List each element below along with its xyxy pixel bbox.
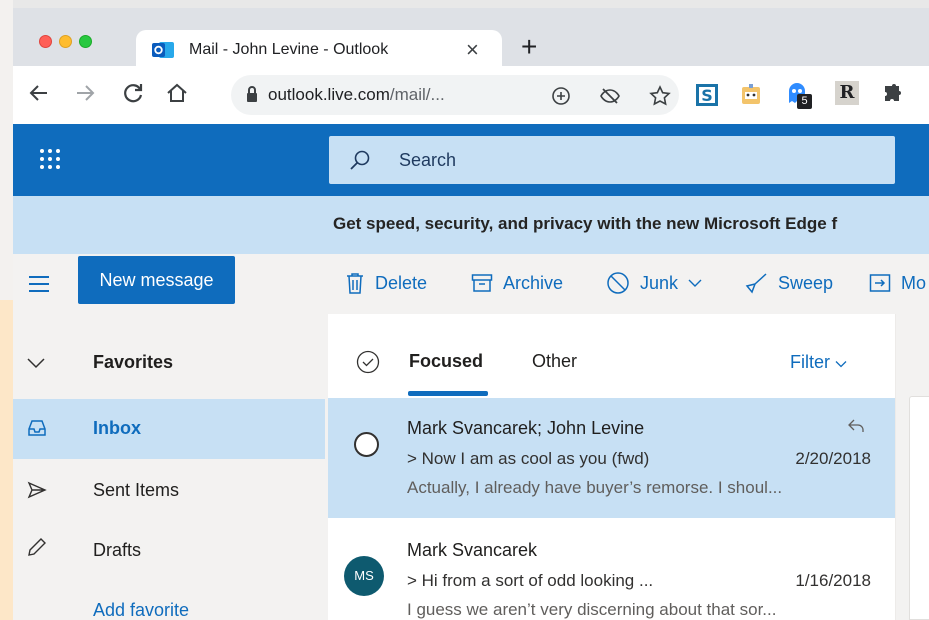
- sweep-label: Sweep: [778, 272, 834, 293]
- message-select-radio[interactable]: [354, 432, 379, 457]
- favorites-header[interactable]: Favorites: [13, 332, 325, 392]
- reading-pane-card: [909, 396, 929, 620]
- reload-icon[interactable]: [121, 81, 145, 105]
- send-icon: [27, 481, 47, 499]
- message-date: 1/16/2018: [795, 571, 871, 590]
- avatar: MS: [344, 556, 384, 596]
- tab-focused[interactable]: Focused: [409, 351, 483, 372]
- minimize-window-button[interactable]: [59, 35, 72, 48]
- lock-icon: [247, 86, 257, 102]
- inbox-label: Inbox: [93, 418, 141, 438]
- search-box[interactable]: Search: [329, 136, 895, 184]
- tab-title: Mail - John Levine - Outlook: [189, 41, 389, 58]
- outlook-app-bar: Search: [13, 124, 929, 196]
- archive-icon: [471, 274, 493, 292]
- close-window-button[interactable]: [39, 35, 52, 48]
- puzzle-icon[interactable]: [880, 83, 904, 107]
- tab-other[interactable]: Other: [532, 351, 577, 372]
- home-icon[interactable]: [165, 81, 189, 105]
- message-preview: I guess we aren’t very discerning about …: [407, 600, 777, 619]
- message-sender: Mark Svancarek: [407, 540, 538, 560]
- archive-label: Archive: [503, 272, 564, 293]
- browser-toolbar: outlook.live.com/mail/... S 5 R: [13, 66, 929, 124]
- filter-button[interactable]: Filter: [790, 352, 847, 373]
- add-favorite-label: Add favorite: [93, 600, 190, 620]
- tab-close-button[interactable]: ×: [466, 37, 479, 63]
- star-icon[interactable]: [649, 85, 671, 107]
- browser-tab-strip: Mail - John Levine - Outlook × +: [13, 8, 929, 75]
- chevron-down-icon: [688, 279, 702, 287]
- trash-icon: [347, 273, 363, 294]
- message-list: Focused Other Filter Mark Svancarek; Joh…: [328, 314, 895, 620]
- command-bar: New message Delete Archive Junk Sweep Mo: [13, 254, 929, 314]
- app-launcher-icon[interactable]: [39, 148, 61, 170]
- sent-items-label: Sent Items: [93, 480, 180, 500]
- block-icon: [607, 272, 629, 294]
- outlook-favicon-icon: [152, 42, 174, 58]
- add-bookmark-circle-icon[interactable]: [551, 86, 571, 106]
- junk-button[interactable]: Junk: [606, 268, 702, 298]
- replied-icon: [848, 419, 864, 432]
- inbox-icon: [28, 420, 46, 436]
- extension-badge: 5: [797, 94, 812, 109]
- delete-label: Delete: [375, 272, 428, 293]
- message-item[interactable]: MS Mark Svancarek > Hi from a sort of od…: [328, 520, 895, 620]
- move-to-button[interactable]: Mo: [869, 268, 926, 298]
- move-folder-icon: [869, 274, 891, 292]
- message-subject: > Now I am as cool as you (fwd): [407, 449, 650, 468]
- favorites-label: Favorites: [93, 352, 174, 372]
- address-bar[interactable]: outlook.live.com/mail/...: [231, 75, 679, 115]
- nav-item-inbox[interactable]: Inbox: [13, 399, 325, 459]
- search-icon: [350, 150, 370, 170]
- drafts-label: Drafts: [93, 540, 142, 560]
- add-favorite-link[interactable]: Add favorite: [13, 581, 325, 620]
- back-arrow-icon[interactable]: [27, 81, 51, 105]
- url-text: outlook.live.com/mail/...: [268, 85, 445, 104]
- chevron-down-icon: [835, 361, 847, 368]
- zoom-window-button[interactable]: [79, 35, 92, 48]
- robot-extension-icon[interactable]: [739, 83, 763, 107]
- nav-item-sent[interactable]: Sent Items: [13, 461, 325, 521]
- window-top-strip: [13, 0, 929, 8]
- svg-text:S: S: [701, 86, 713, 105]
- message-date: 2/20/2018: [795, 449, 871, 468]
- window-backdrop: [0, 0, 13, 620]
- new-message-button[interactable]: New message: [78, 256, 235, 304]
- new-tab-button[interactable]: +: [521, 33, 537, 61]
- sweep-button[interactable]: Sweep: [744, 268, 833, 298]
- filter-label: Filter: [790, 352, 830, 372]
- ghost-extension-icon[interactable]: 5: [785, 81, 813, 109]
- message-item[interactable]: Mark Svancarek; John Levine > Now I am a…: [328, 398, 895, 518]
- hamburger-menu-icon[interactable]: [27, 274, 51, 294]
- junk-label: Junk: [640, 272, 679, 293]
- delete-button[interactable]: Delete: [345, 268, 427, 298]
- archive-button[interactable]: Archive: [471, 268, 563, 298]
- nav-item-drafts[interactable]: Drafts: [13, 521, 325, 581]
- message-sender: Mark Svancarek; John Levine: [407, 418, 645, 438]
- folder-pane: Favorites Inbox Sent Items Drafts Add fa…: [13, 314, 328, 620]
- message-preview: Actually, I already have buyer’s remorse…: [407, 478, 783, 497]
- edge-promo-banner[interactable]: Get speed, security, and privacy with th…: [13, 196, 929, 254]
- pencil-icon: [28, 538, 46, 556]
- tab-focused-indicator: [408, 391, 488, 396]
- eye-off-icon[interactable]: [599, 86, 621, 106]
- search-placeholder: Search: [399, 150, 457, 170]
- reading-pane: [895, 314, 929, 620]
- select-all-check-icon[interactable]: [356, 350, 380, 374]
- broom-icon: [745, 273, 767, 294]
- message-subject: > Hi from a sort of odd looking ...: [407, 571, 654, 590]
- s-extension-icon[interactable]: S: [695, 83, 719, 107]
- move-label: Mo: [901, 272, 927, 293]
- r-extension-icon[interactable]: R: [835, 81, 859, 105]
- forward-arrow-icon[interactable]: [73, 81, 97, 105]
- banner-text: Get speed, security, and privacy with th…: [333, 214, 838, 233]
- chevron-down-icon: [27, 358, 45, 369]
